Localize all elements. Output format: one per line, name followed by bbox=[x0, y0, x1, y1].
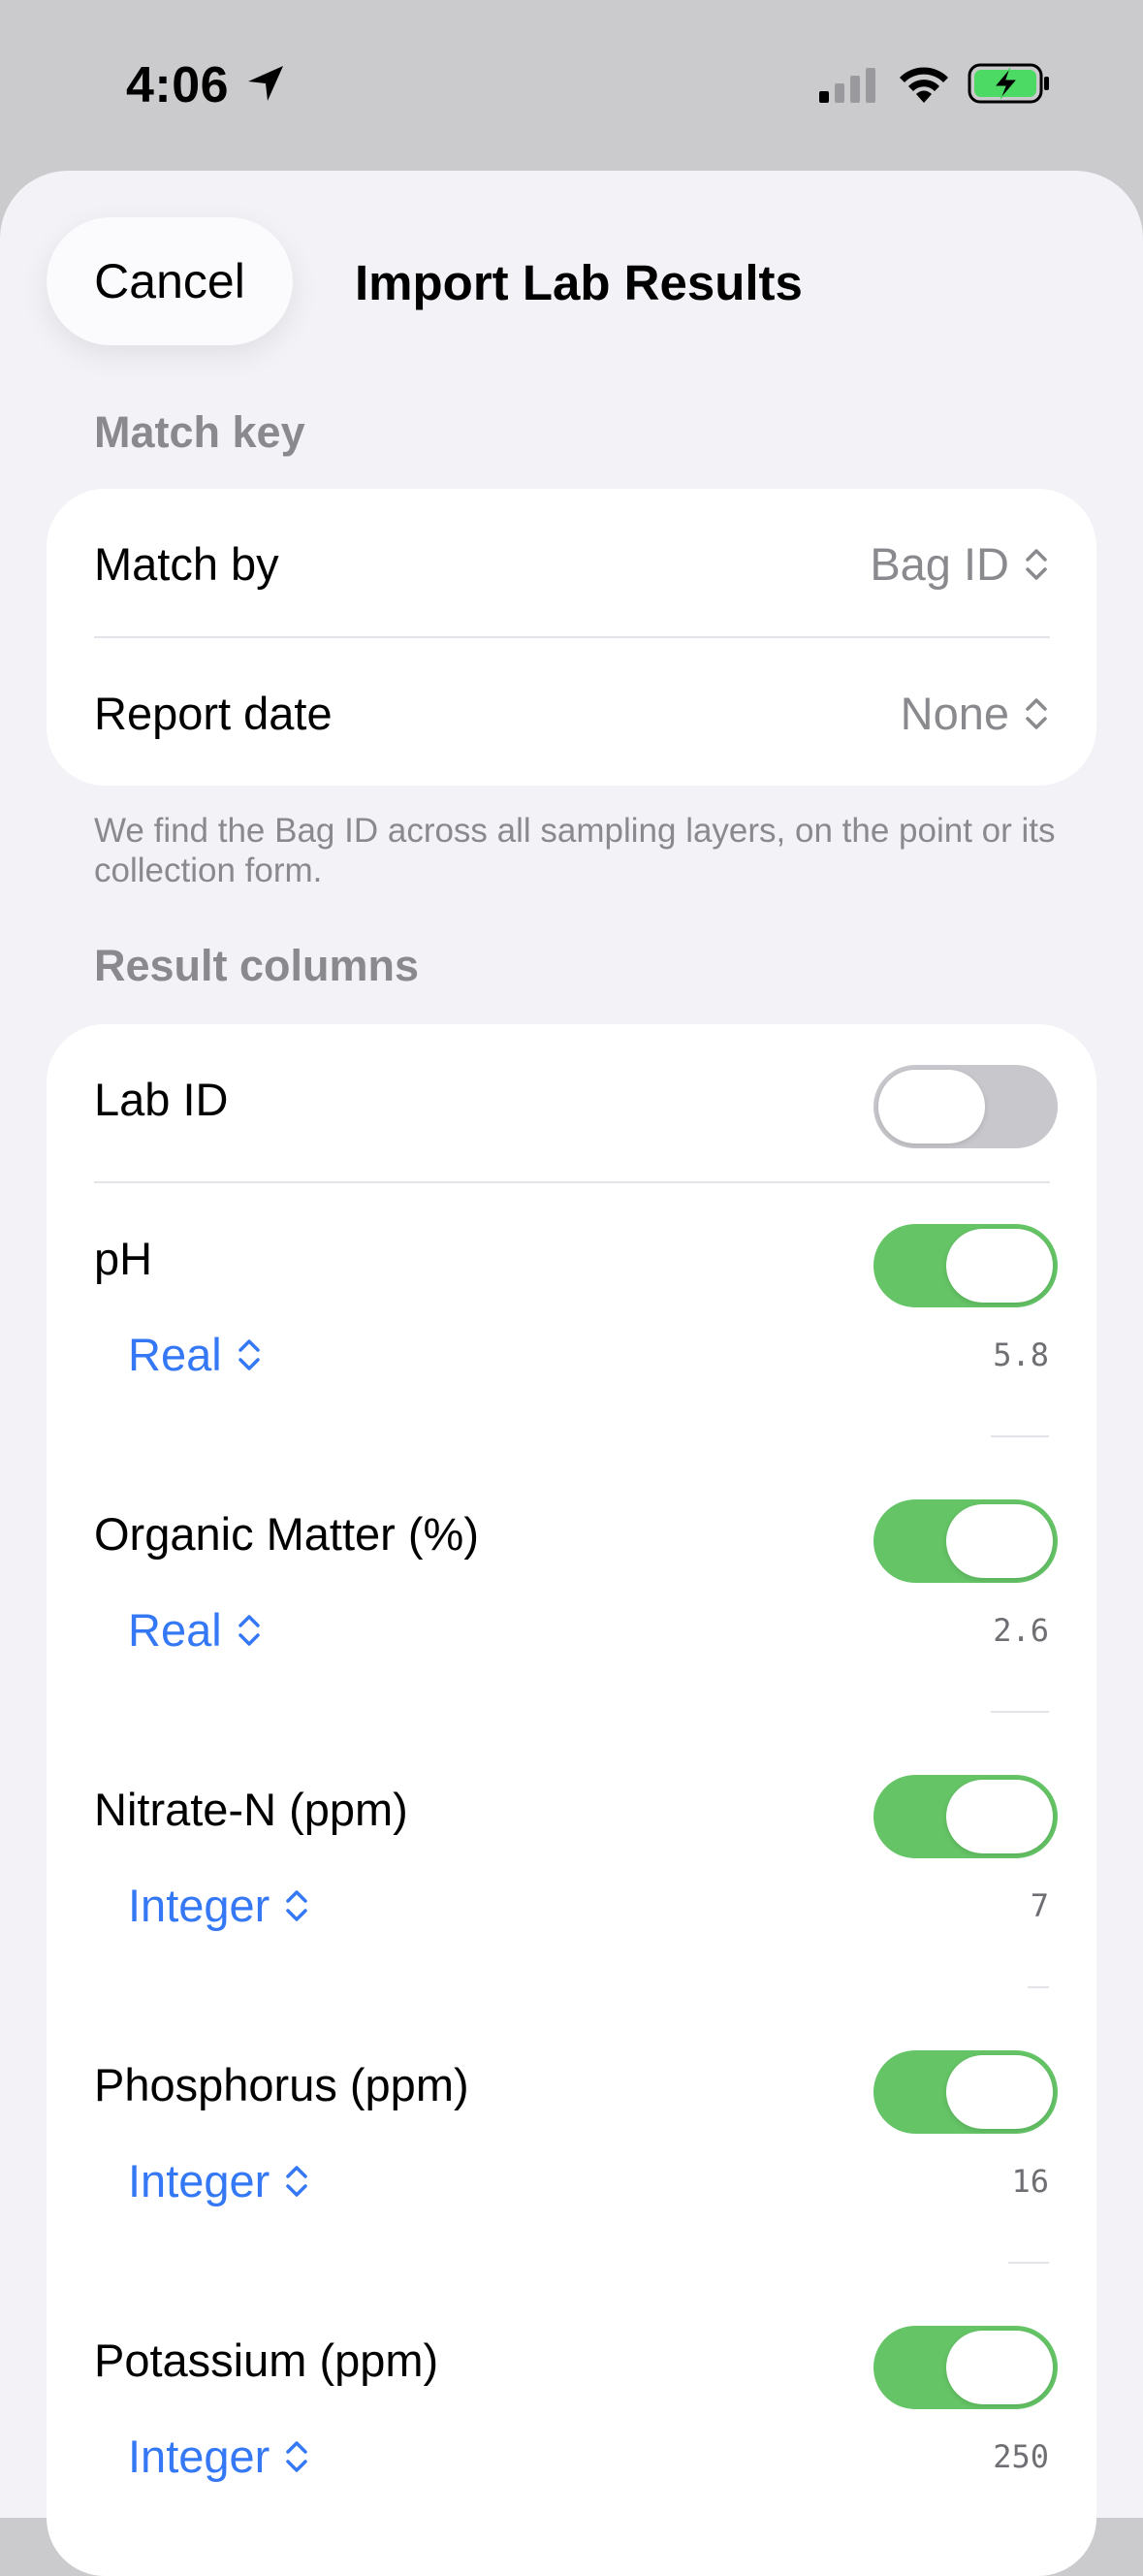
chevron-up-down-icon bbox=[286, 2165, 308, 2197]
column-label-organic-matter: Organic Matter (%) bbox=[94, 1508, 479, 1560]
match-by-row[interactable]: Match by Bag ID bbox=[47, 489, 1096, 636]
sample-field-underline bbox=[1028, 1986, 1049, 1988]
match-by-picker[interactable]: Bag ID bbox=[870, 537, 1050, 591]
report-date-value: None bbox=[900, 688, 1009, 739]
column-label-nitrate-n: Nitrate-N (ppm) bbox=[94, 1784, 408, 1835]
report-date-picker[interactable]: None bbox=[901, 687, 1050, 740]
column-toggle-nitrate-n[interactable] bbox=[873, 1775, 1058, 1858]
toggle-knob bbox=[878, 1070, 985, 1143]
section-header-result-columns: Result columns bbox=[94, 941, 420, 990]
match-by-label: Match by bbox=[94, 538, 279, 590]
status-bar: 4:06 bbox=[0, 0, 1143, 171]
chevron-up-down-icon bbox=[1026, 697, 1047, 729]
section-header-match-key: Match key bbox=[94, 407, 305, 457]
result-columns-card: Lab ID pH Real 5.8 Organic Matter (%) Re… bbox=[47, 1024, 1096, 2576]
column-type-value: Real bbox=[128, 1604, 222, 1656]
column-type-value: Integer bbox=[128, 1880, 270, 1931]
sheet-title: Import Lab Results bbox=[355, 255, 803, 310]
toggle-knob bbox=[946, 1229, 1053, 1303]
column-sample-value: 5.8 bbox=[993, 1336, 1049, 1373]
sample-field-underline bbox=[991, 1711, 1049, 1713]
column-type-picker-potassium[interactable]: Integer bbox=[128, 2430, 310, 2483]
column-toggle-phosphorus[interactable] bbox=[873, 2050, 1058, 2134]
chevron-up-down-icon bbox=[286, 2440, 308, 2472]
match-key-card: Match by Bag ID Report date None bbox=[47, 489, 1096, 786]
column-toggle-potassium[interactable] bbox=[873, 2326, 1058, 2409]
column-label-potassium: Potassium (ppm) bbox=[94, 2334, 439, 2386]
column-sample-value: 7 bbox=[1030, 1887, 1049, 1924]
column-type-picker-nitrate-n[interactable]: Integer bbox=[128, 1879, 310, 1932]
match-by-value: Bag ID bbox=[870, 538, 1009, 590]
column-type-value: Real bbox=[128, 1329, 222, 1380]
column-toggle-ph[interactable] bbox=[873, 1224, 1058, 1307]
row-divider bbox=[94, 1181, 1050, 1183]
column-type-picker-organic-matter[interactable]: Real bbox=[128, 1603, 263, 1657]
column-toggle-organic-matter[interactable] bbox=[873, 1499, 1058, 1583]
column-label-phosphorus: Phosphorus (ppm) bbox=[94, 2059, 469, 2110]
cellular-signal-icon bbox=[819, 68, 875, 103]
column-type-value: Integer bbox=[128, 2431, 270, 2482]
toggle-knob bbox=[946, 2055, 1053, 2129]
column-sample-value: 16 bbox=[1011, 2163, 1049, 2200]
chevron-up-down-icon bbox=[1026, 548, 1047, 580]
column-sample-value: 250 bbox=[993, 2438, 1049, 2475]
chevron-up-down-icon bbox=[238, 1614, 260, 1646]
column-type-value: Integer bbox=[128, 2155, 270, 2206]
match-key-footnote: We find the Bag ID across all sampling l… bbox=[94, 812, 1056, 889]
toggle-knob bbox=[946, 1780, 1053, 1853]
lab-id-toggle[interactable] bbox=[873, 1065, 1058, 1148]
sample-field-underline bbox=[1008, 2262, 1049, 2264]
wifi-icon bbox=[900, 67, 948, 103]
battery-charging-icon bbox=[968, 63, 1049, 104]
report-date-label: Report date bbox=[94, 688, 333, 739]
column-type-picker-ph[interactable]: Real bbox=[128, 1328, 263, 1381]
lab-id-label: Lab ID bbox=[94, 1074, 229, 1125]
report-date-row[interactable]: Report date None bbox=[47, 638, 1096, 786]
sample-field-underline bbox=[991, 1435, 1049, 1437]
column-label-ph: pH bbox=[94, 1233, 153, 1284]
column-sample-value: 2.6 bbox=[993, 1612, 1049, 1649]
toggle-knob bbox=[946, 1504, 1053, 1578]
import-sheet: Cancel Import Lab Results Match key Matc… bbox=[0, 171, 1143, 2576]
column-type-picker-phosphorus[interactable]: Integer bbox=[128, 2154, 310, 2207]
status-time: 4:06 bbox=[126, 57, 230, 113]
cancel-button[interactable]: Cancel bbox=[47, 217, 293, 345]
chevron-up-down-icon bbox=[286, 1889, 308, 1921]
chevron-up-down-icon bbox=[238, 1338, 260, 1370]
toggle-knob bbox=[946, 2331, 1053, 2404]
location-arrow-icon bbox=[248, 66, 283, 101]
